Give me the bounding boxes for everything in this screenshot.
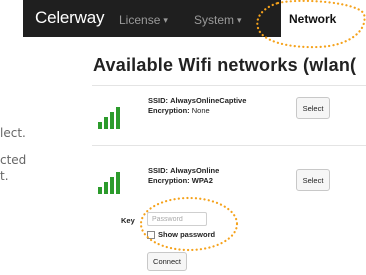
ssid-label: SSID: <box>148 166 169 175</box>
password-input[interactable] <box>147 212 207 226</box>
show-password-toggle[interactable]: Show password <box>147 230 215 239</box>
page-title: Available Wifi networks (wlan( <box>93 55 357 75</box>
nav-license-menu[interactable]: License ▾ <box>119 13 168 27</box>
show-password-checkbox[interactable] <box>147 230 155 239</box>
encryption-label: Encryption: <box>148 176 190 185</box>
top-navbar: Celerway License ▾ System ▾ Network <box>23 0 366 37</box>
nav-license-label: License <box>119 13 161 27</box>
show-password-label: Show password <box>158 230 216 239</box>
encryption-value: None <box>191 106 210 115</box>
nav-network-label: Network <box>289 12 337 26</box>
signal-strength-icon <box>98 105 124 129</box>
divider <box>92 85 366 86</box>
network-info: SSID: AlwaysOnline Encryption: WPA2 <box>148 166 219 186</box>
encryption-label: Encryption: <box>148 106 190 115</box>
connect-button[interactable]: Connect <box>147 252 187 271</box>
nav-system-menu[interactable]: System ▾ <box>194 13 242 27</box>
nav-system-label: System <box>194 13 235 27</box>
key-label: Key <box>121 216 135 225</box>
divider <box>92 145 366 146</box>
select-network-button[interactable]: Select <box>296 169 330 191</box>
ssid-value: AlwaysOnlineCaptive <box>170 96 247 105</box>
encryption-value: WPA2 <box>191 176 213 185</box>
signal-strength-icon <box>98 170 124 194</box>
side-text-line: t. <box>0 169 9 183</box>
ssid-value: AlwaysOnline <box>170 166 220 175</box>
side-text-line: cted <box>0 153 27 167</box>
chevron-down-icon: ▾ <box>163 15 168 25</box>
nav-network-tab[interactable]: Network <box>281 0 366 37</box>
brand-logo[interactable]: Celerway <box>35 8 104 28</box>
side-text-line: lect. <box>0 126 26 140</box>
ssid-label: SSID: <box>148 96 169 105</box>
select-network-button[interactable]: Select <box>296 97 330 119</box>
network-info: SSID: AlwaysOnlineCaptive Encryption: No… <box>148 96 246 116</box>
chevron-down-icon: ▾ <box>237 15 242 25</box>
